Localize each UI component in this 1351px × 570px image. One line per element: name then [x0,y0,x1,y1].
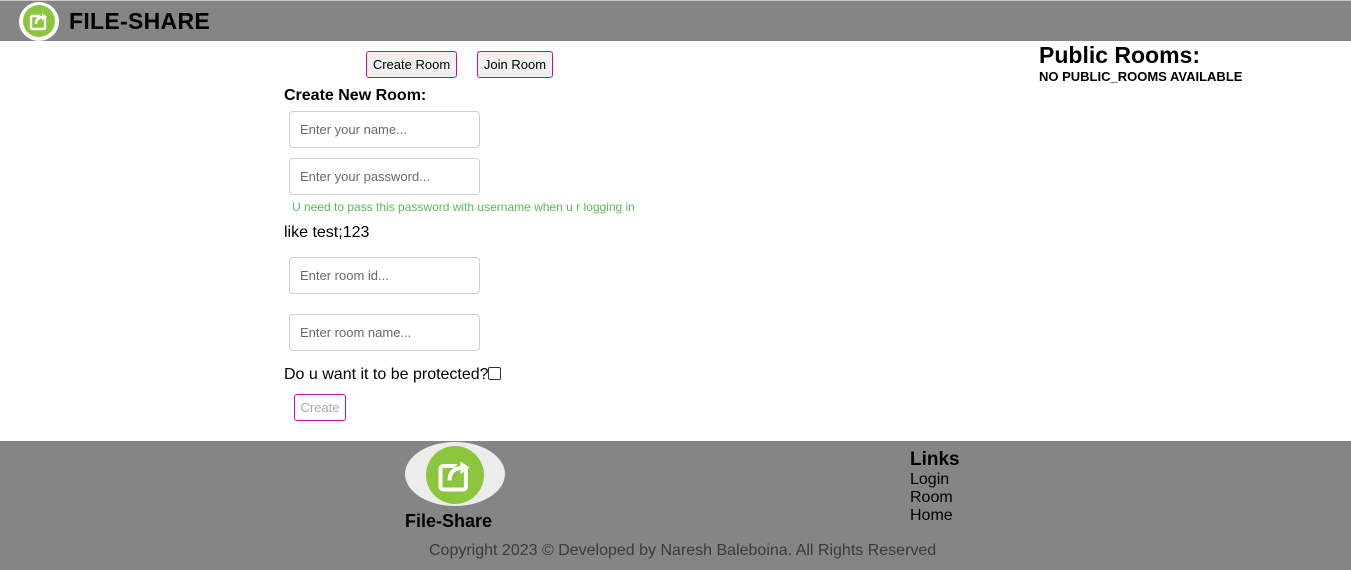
public-rooms-empty-message: NO PUBLIC_ROOMS AVAILABLE [1039,69,1243,84]
create-room-button[interactable]: Create Room [366,51,457,78]
name-input[interactable] [289,111,480,148]
top-navbar: FILE-SHARE [0,0,1351,41]
footer-link-login[interactable]: Login [910,471,949,489]
create-button[interactable]: Create [294,394,346,421]
footer-logo [405,442,505,506]
footer-links-title: Links [910,449,960,470]
footer-brand: File-Share [405,511,493,531]
footer-link-home[interactable]: Home [910,507,953,525]
footer: File-Share Links Login Room Home Copyrig… [0,441,1351,570]
app-logo[interactable] [19,2,59,41]
protected-label: Do u want it to be protected? [284,366,489,383]
password-hint: U need to pass this password with userna… [292,200,635,214]
protected-checkbox[interactable] [488,367,501,380]
room-name-input[interactable] [289,314,480,351]
share-icon [426,446,484,504]
public-rooms-title: Public Rooms: [1039,42,1201,68]
room-id-input[interactable] [289,257,480,294]
footer-link-room[interactable]: Room [910,489,953,507]
password-example: like test;123 [284,224,370,241]
page: FILE-SHARE Create Room Join Room Create … [0,0,1351,570]
app-title: FILE-SHARE [69,8,210,34]
share-icon [23,5,55,37]
password-input[interactable] [289,158,480,195]
join-room-button[interactable]: Join Room [477,51,553,78]
copyright-text: Copyright 2023 © Developed by Naresh Bal… [429,542,937,559]
form-title: Create New Room: [284,87,427,104]
